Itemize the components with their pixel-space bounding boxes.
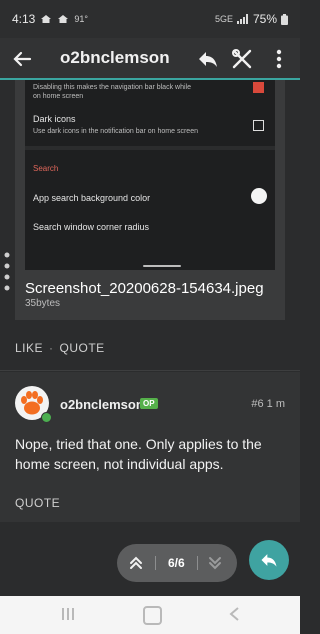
search-bg-label: App search background color [33, 193, 151, 203]
status-time: 4:13 [12, 12, 36, 26]
reply-icon [261, 554, 277, 567]
recents-icon[interactable] [60, 607, 76, 621]
status-bar: 4:13 91° 5GE 75% [0, 0, 300, 38]
pager-position: 6/6 [168, 556, 185, 570]
reply-post: o2bnclemson OP #6 1 m Nope, tried that o… [0, 372, 300, 522]
network-label: 5GE [214, 14, 233, 24]
post-actions: LIKE · QUOTE [15, 341, 105, 355]
post-number: #6 [251, 398, 264, 410]
status-left: 4:13 91° [12, 12, 88, 26]
status-temperature: 91° [74, 14, 88, 24]
checkbox-unchecked [253, 120, 264, 131]
pref-desc-line1: Disabling this makes the navigation bar … [33, 84, 191, 91]
post-time: 1 m [266, 398, 285, 410]
scroll-indicator [143, 265, 181, 267]
battery-icon [281, 13, 288, 25]
more-vertical-icon[interactable] [272, 47, 286, 71]
post-meta: #6 1 m [251, 398, 285, 410]
online-indicator [41, 412, 52, 423]
home-button-icon[interactable] [143, 606, 162, 625]
pager-divider [197, 556, 198, 570]
quote-button[interactable]: QUOTE [60, 341, 105, 355]
post-body: Nope, tried that one. Only applies to th… [15, 436, 262, 472]
home-icon [58, 15, 69, 23]
pager-divider [155, 556, 156, 570]
status-right: 5GE 75% [215, 12, 288, 26]
author-name[interactable]: o2bnclemson [60, 397, 144, 412]
dark-icons-desc: Use dark icons in the notification bar o… [33, 128, 198, 135]
reply-fab[interactable] [249, 540, 289, 580]
post-pager: 6/6 [117, 544, 237, 582]
search-radius-label: Search window corner radius [33, 222, 150, 232]
op-badge: OP [140, 398, 158, 409]
first-post: Disabling this makes the navigation bar … [0, 80, 300, 342]
action-separator: · [49, 341, 54, 355]
home-icon [41, 15, 52, 23]
signal-icon [236, 14, 248, 24]
back-arrow-icon[interactable] [10, 47, 34, 71]
thread-title: o2bnclemson [60, 48, 170, 67]
color-swatch [251, 188, 267, 204]
attachment-card[interactable]: Disabling this makes the navigation bar … [15, 80, 285, 320]
attachment-image: Disabling this makes the navigation bar … [25, 80, 275, 270]
side-dots-icon [4, 252, 10, 291]
dark-icons-title: Dark icons [33, 114, 76, 124]
attachment-filename[interactable]: Screenshot_20200628-154634.jpeg [25, 280, 264, 297]
battery-percent: 75% [252, 12, 277, 26]
search-section-header: Search [33, 164, 59, 173]
post-divider [0, 370, 300, 371]
tools-icon[interactable] [230, 47, 254, 71]
double-chevron-up-icon[interactable] [129, 555, 143, 571]
system-nav-bar [0, 596, 300, 634]
checkbox-checked [253, 82, 264, 93]
app-top-bar: o2bnclemson [0, 38, 300, 80]
attachment-size: 35bytes [25, 298, 61, 309]
quote-button[interactable]: QUOTE [15, 496, 60, 510]
double-chevron-down-icon[interactable] [208, 555, 222, 571]
section-gap [25, 146, 275, 150]
nav-back-icon[interactable] [228, 606, 240, 622]
pref-desc-line2: on home screen [33, 93, 84, 100]
reply-icon[interactable] [196, 47, 220, 71]
like-button[interactable]: LIKE [15, 341, 43, 355]
